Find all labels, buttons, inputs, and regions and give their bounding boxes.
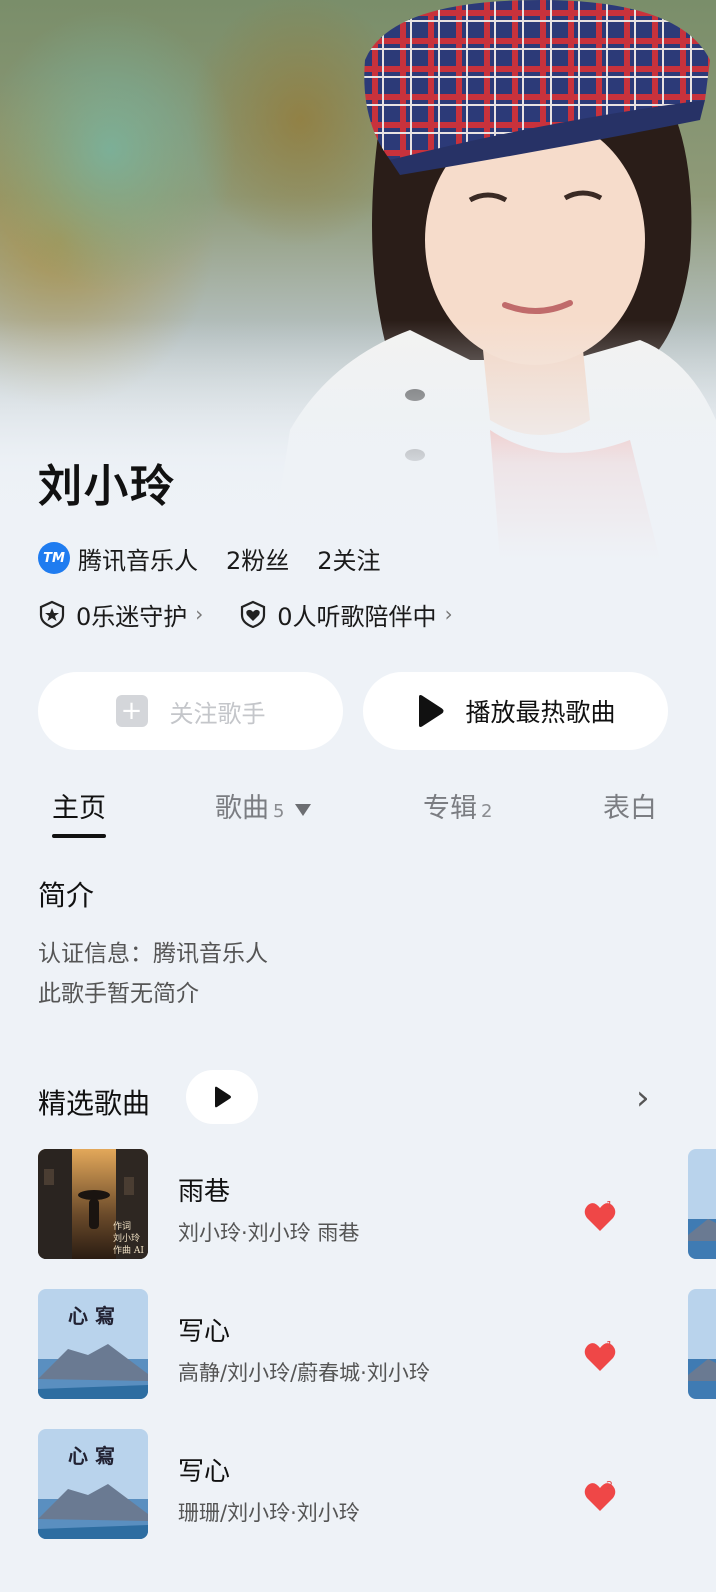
tab-confession[interactable]: 表白	[603, 786, 657, 825]
tab-label: 主页	[52, 793, 106, 824]
play-hottest-label: 播放最热歌曲	[465, 698, 616, 727]
like-count: 1	[606, 1339, 613, 1352]
tab-label: 表白	[603, 793, 657, 824]
tab-count: 5	[273, 801, 285, 822]
song-artists: 高静/刘小玲/蔚春城·刘小玲	[178, 1361, 430, 1385]
play-featured-button[interactable]	[186, 1070, 258, 1124]
guard-label[interactable]: 0乐迷守护	[76, 597, 187, 632]
tab-label: 专辑	[423, 793, 477, 824]
cover-art-mountain: 心 寫	[38, 1289, 148, 1399]
artist-badge-label[interactable]: 腾讯音乐人	[78, 541, 198, 576]
chevron-right-icon[interactable]: ›	[445, 602, 453, 626]
song-title: 写心	[178, 1457, 231, 1487]
follow-label: 关注歌手	[169, 699, 266, 728]
fans-count[interactable]: 2粉丝	[226, 541, 289, 576]
song-artists: 珊珊/刘小玲·刘小玲	[178, 1501, 360, 1525]
next-column-cover[interactable]	[688, 1289, 716, 1399]
following-count[interactable]: 2关注	[317, 541, 380, 576]
intro-title: 简介	[38, 879, 95, 912]
artist-bio: 此歌手暂无简介	[38, 981, 199, 1007]
guard-row: 0乐迷守护 › 0人听歌陪伴中 ›	[38, 596, 489, 632]
tab-active-indicator	[52, 834, 106, 838]
chevron-right-icon[interactable]: ›	[636, 1078, 650, 1118]
song-cover: 心 寫	[38, 1289, 148, 1399]
song-row[interactable]: 作词 刘小玲 作曲 AI 雨巷 刘小玲·刘小玲 雨巷 1	[38, 1149, 678, 1261]
svg-text:刘小玲: 刘小玲	[113, 1232, 140, 1244]
play-icon	[419, 695, 444, 727]
follow-artist-button[interactable]: + 关注歌手	[38, 672, 343, 750]
like-count: 1	[606, 1199, 613, 1212]
companions-label[interactable]: 0人听歌陪伴中	[277, 597, 436, 632]
artist-tabs: 主页 歌曲 5 专辑 2 表白	[0, 786, 716, 842]
plus-icon: +	[115, 695, 148, 727]
verified-info: 认证信息：腾讯音乐人	[38, 941, 268, 967]
hero-fade	[0, 320, 716, 560]
svg-text:作曲 AI: 作曲 AI	[113, 1244, 144, 1256]
song-cover: 心 寫	[38, 1429, 148, 1539]
svg-text:作词: 作词	[113, 1220, 131, 1232]
star-shield-icon	[39, 600, 65, 628]
like-count: 2	[606, 1479, 613, 1492]
song-row[interactable]: 心 寫 写心 高静/刘小玲/蔚春城·刘小玲 1	[38, 1289, 678, 1401]
svg-text:心 寫: 心 寫	[68, 1444, 115, 1468]
song-artists: 刘小玲·刘小玲 雨巷	[178, 1221, 360, 1245]
tme-badge-icon: TM	[38, 542, 70, 574]
song-title: 雨巷	[178, 1177, 231, 1207]
artist-name: 刘小玲	[38, 461, 176, 512]
dropdown-triangle-icon	[295, 804, 312, 816]
song-cover: 作词 刘小玲 作曲 AI	[38, 1149, 148, 1259]
tab-count: 2	[481, 801, 493, 822]
heart-shield-icon	[241, 600, 266, 628]
tab-label: 歌曲	[215, 793, 269, 824]
tab-home[interactable]: 主页	[52, 786, 106, 825]
next-column-cover[interactable]	[688, 1149, 716, 1259]
artist-hero: 刘小玲	[0, 0, 716, 560]
cover-art-mountain: 心 寫	[38, 1429, 148, 1539]
svg-text:心 寫: 心 寫	[68, 1304, 115, 1328]
play-icon	[215, 1086, 231, 1108]
song-row[interactable]: 心 寫 写心 珊珊/刘小玲·刘小玲 2	[38, 1429, 678, 1541]
song-title: 写心	[178, 1317, 231, 1347]
tab-songs[interactable]: 歌曲 5	[215, 786, 312, 825]
tab-albums[interactable]: 专辑 2	[423, 786, 492, 825]
artist-meta: TM 腾讯音乐人 2粉丝 2关注	[38, 540, 409, 576]
featured-title: 精选歌曲	[38, 1087, 151, 1120]
chevron-right-icon[interactable]: ›	[195, 602, 203, 626]
cover-art-alley: 作词 刘小玲 作曲 AI	[38, 1149, 148, 1259]
play-hottest-button[interactable]: 播放最热歌曲	[363, 672, 668, 750]
